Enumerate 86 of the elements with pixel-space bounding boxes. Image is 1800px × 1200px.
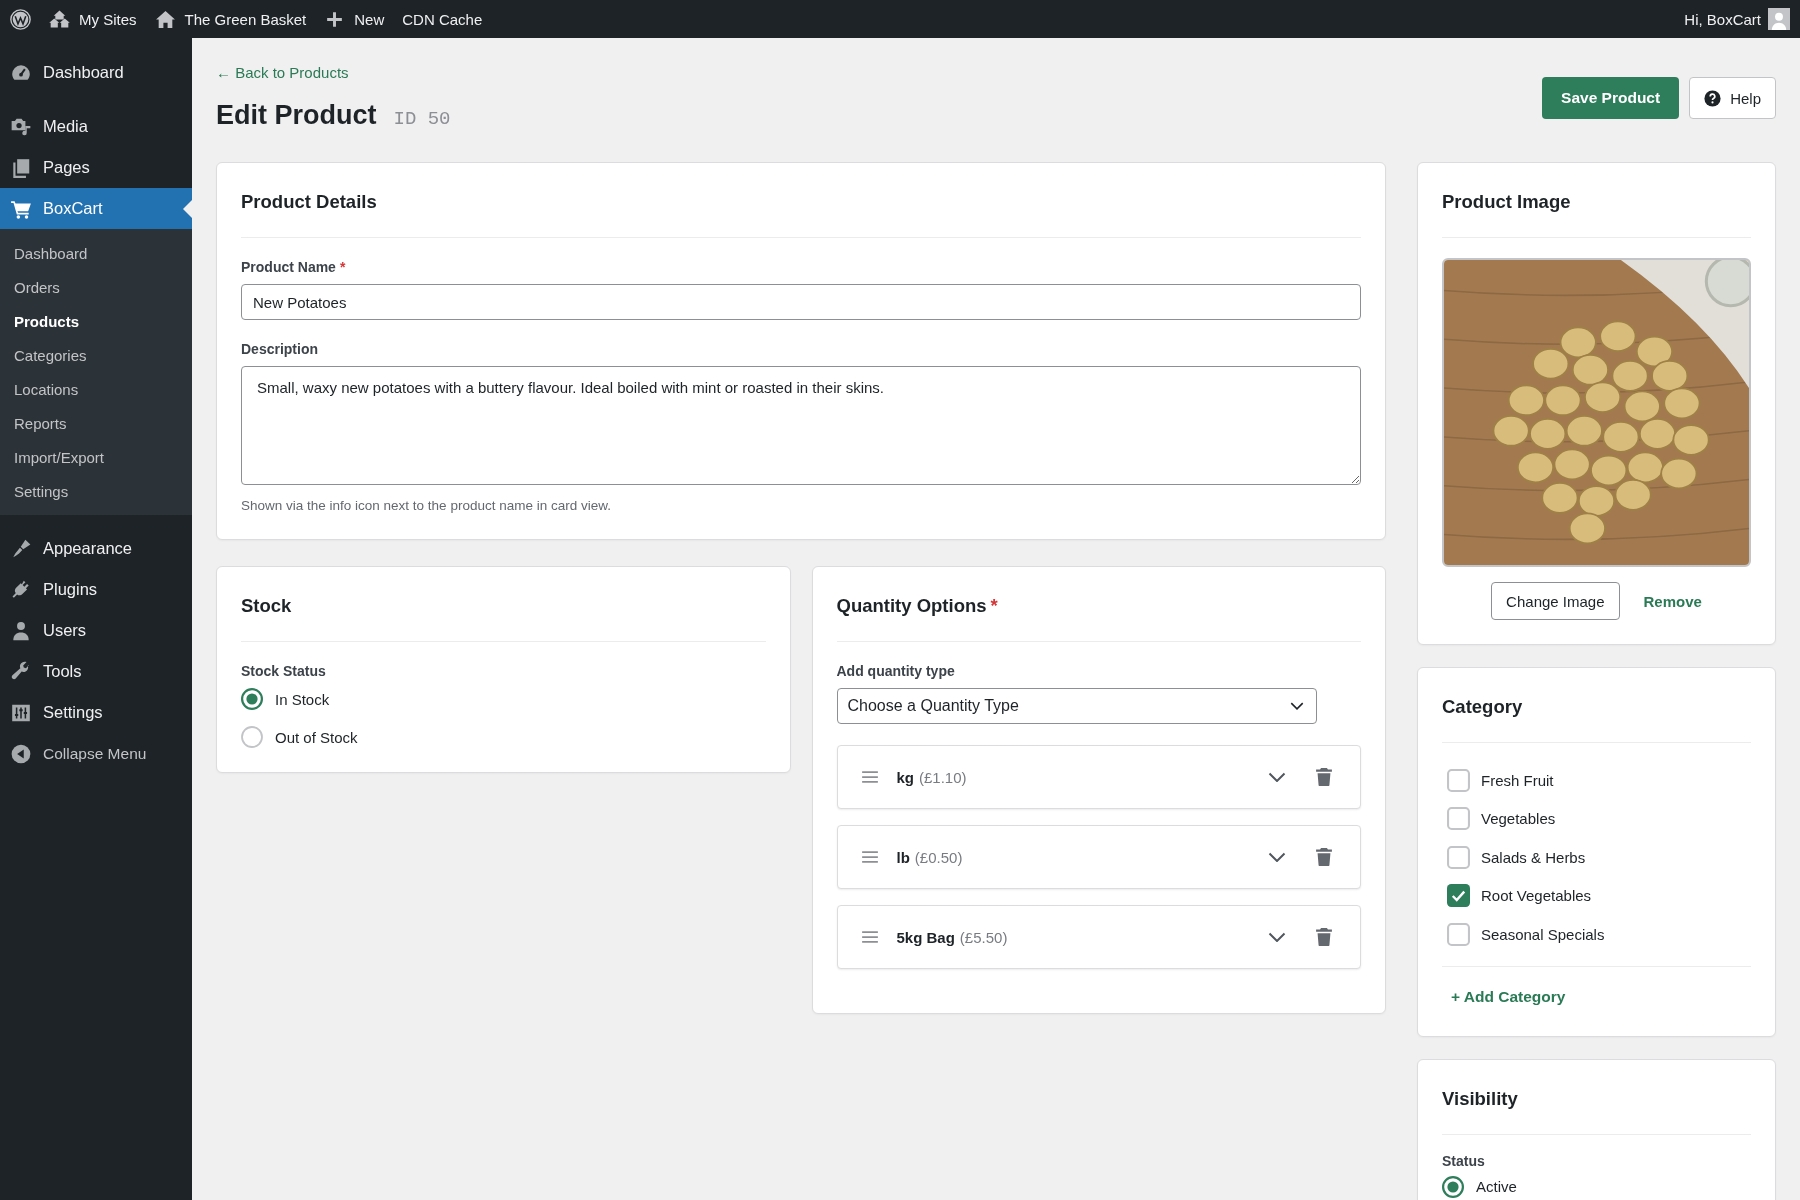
admin-bar-link[interactable]: New [315, 0, 394, 38]
back-link[interactable]: ← Back to Products [216, 63, 349, 83]
trash-icon[interactable] [1316, 848, 1332, 866]
drag-handle-icon[interactable] [860, 850, 879, 864]
quantity-type-select[interactable]: Choose a Quantity Type [836, 688, 1317, 724]
checkbox[interactable] [1447, 922, 1470, 946]
quantity-price: (£0.50) [914, 848, 963, 866]
submenu-item[interactable]: Reports [0, 406, 192, 440]
quantity-name: kg [896, 768, 914, 786]
checkbox[interactable] [1447, 884, 1470, 908]
submenu-item[interactable]: Dashboard [0, 236, 192, 270]
menu-item[interactable]: Tools [0, 651, 192, 692]
remove-link[interactable]: Remove [1643, 592, 1702, 610]
quantity-price: (£1.10) [919, 768, 967, 786]
field-label: Add quantity type [836, 662, 955, 680]
radio-button[interactable] [1442, 1175, 1464, 1198]
save-button[interactable]: Save Product [1542, 77, 1680, 119]
panel-title: Product Image [1442, 191, 1571, 213]
submenu-item[interactable]: Categories [0, 338, 192, 372]
radio-button[interactable] [241, 688, 263, 710]
admin-bar-link[interactable]: CDN Cache [393, 0, 492, 38]
checkbox-label: Vegetables [1481, 810, 1556, 828]
chevron-down-icon [1289, 702, 1304, 710]
menu-item[interactable]: Appearance [0, 528, 192, 569]
required-mark: * [990, 595, 998, 616]
add-category-link[interactable]: + Add Category [1451, 987, 1566, 1006]
panel-title: Stock [241, 595, 292, 617]
checkbox-label: Seasonal Specials [1481, 925, 1605, 943]
field-label: Description [241, 340, 318, 358]
logo-icon[interactable] [10, 8, 31, 30]
panel-title: Visibility [1442, 1087, 1518, 1110]
collapse-menu-button[interactable]: Collapse Menu [0, 733, 192, 774]
quantity-name: lb [896, 848, 910, 866]
quantity-price: (£5.50) [959, 928, 1008, 946]
panel-title: Category [1442, 696, 1523, 718]
person-icon [10, 619, 32, 642]
menu-item[interactable]: Plugins [0, 569, 192, 610]
radio-label: Out of Stock [275, 728, 358, 746]
help-button[interactable]: Help [1689, 77, 1776, 119]
checkbox-label: Salads & Herbs [1481, 848, 1586, 866]
menu-item[interactable]: Pages [0, 147, 192, 188]
help-icon [1704, 89, 1722, 107]
textarea-field[interactable]: Small, waxy new potatoes with a buttery flavour. Ideal boiled with mint or roasted in their skins. [241, 366, 1361, 485]
chevron-down-icon[interactable] [1268, 931, 1286, 943]
drag-handle-icon[interactable] [860, 930, 879, 944]
submenu-item[interactable]: Orders [0, 270, 192, 304]
field-label: Status [1442, 1151, 1485, 1170]
checkbox-label: Root Vegetables [1481, 887, 1592, 905]
admin-bar-link[interactable]: My Sites [40, 0, 146, 38]
checkbox-label: Fresh Fruit [1481, 771, 1554, 789]
checkbox[interactable] [1447, 807, 1470, 831]
checkbox[interactable] [1447, 845, 1470, 869]
menu-item[interactable]: BoxCart [0, 188, 192, 229]
radio-label: In Stock [275, 690, 330, 708]
submenu-item[interactable]: Products [0, 304, 192, 338]
admin-bar-link[interactable]: The Green Basket [145, 0, 316, 38]
field-label: Product Name * [241, 258, 346, 276]
page-title: Edit Product [216, 99, 377, 132]
radio-label: Active [1476, 1178, 1517, 1195]
submenu-item[interactable]: Settings [0, 474, 192, 508]
change-image-button[interactable]: Change Image [1491, 582, 1620, 620]
menu-item[interactable]: Media [0, 106, 192, 147]
chevron-down-icon[interactable] [1268, 851, 1286, 863]
menu-item[interactable]: Users [0, 610, 192, 651]
houses-icon [49, 8, 70, 30]
quantity-name: 5kg Bag [896, 928, 955, 946]
menu-item[interactable]: Settings [0, 692, 192, 733]
panel-title: Product Details [241, 191, 377, 213]
trash-icon[interactable] [1316, 768, 1332, 786]
menu-item[interactable]: Dashboard [0, 52, 192, 93]
help-text: Shown via the info icon next to the product name in card view. [241, 497, 611, 515]
trash-icon[interactable] [1316, 928, 1332, 946]
drag-handle-icon[interactable] [860, 770, 879, 784]
checkbox[interactable] [1447, 768, 1470, 792]
panel-title: Quantity Options * [836, 595, 998, 617]
field-label: Stock Status [241, 662, 326, 680]
required-mark: * [339, 259, 346, 275]
chevron-down-icon[interactable] [1268, 771, 1286, 783]
product-id: ID 50 [393, 108, 451, 130]
home-icon [154, 8, 176, 30]
pages-icon [10, 156, 32, 179]
submenu-item[interactable]: Import/Export [0, 440, 192, 474]
radio-button[interactable] [241, 726, 263, 748]
input-field[interactable]: New Potatoes [241, 284, 1361, 320]
greeting[interactable]: Hi, BoxCart [1684, 10, 1761, 28]
submenu-item[interactable]: Locations [0, 372, 192, 406]
